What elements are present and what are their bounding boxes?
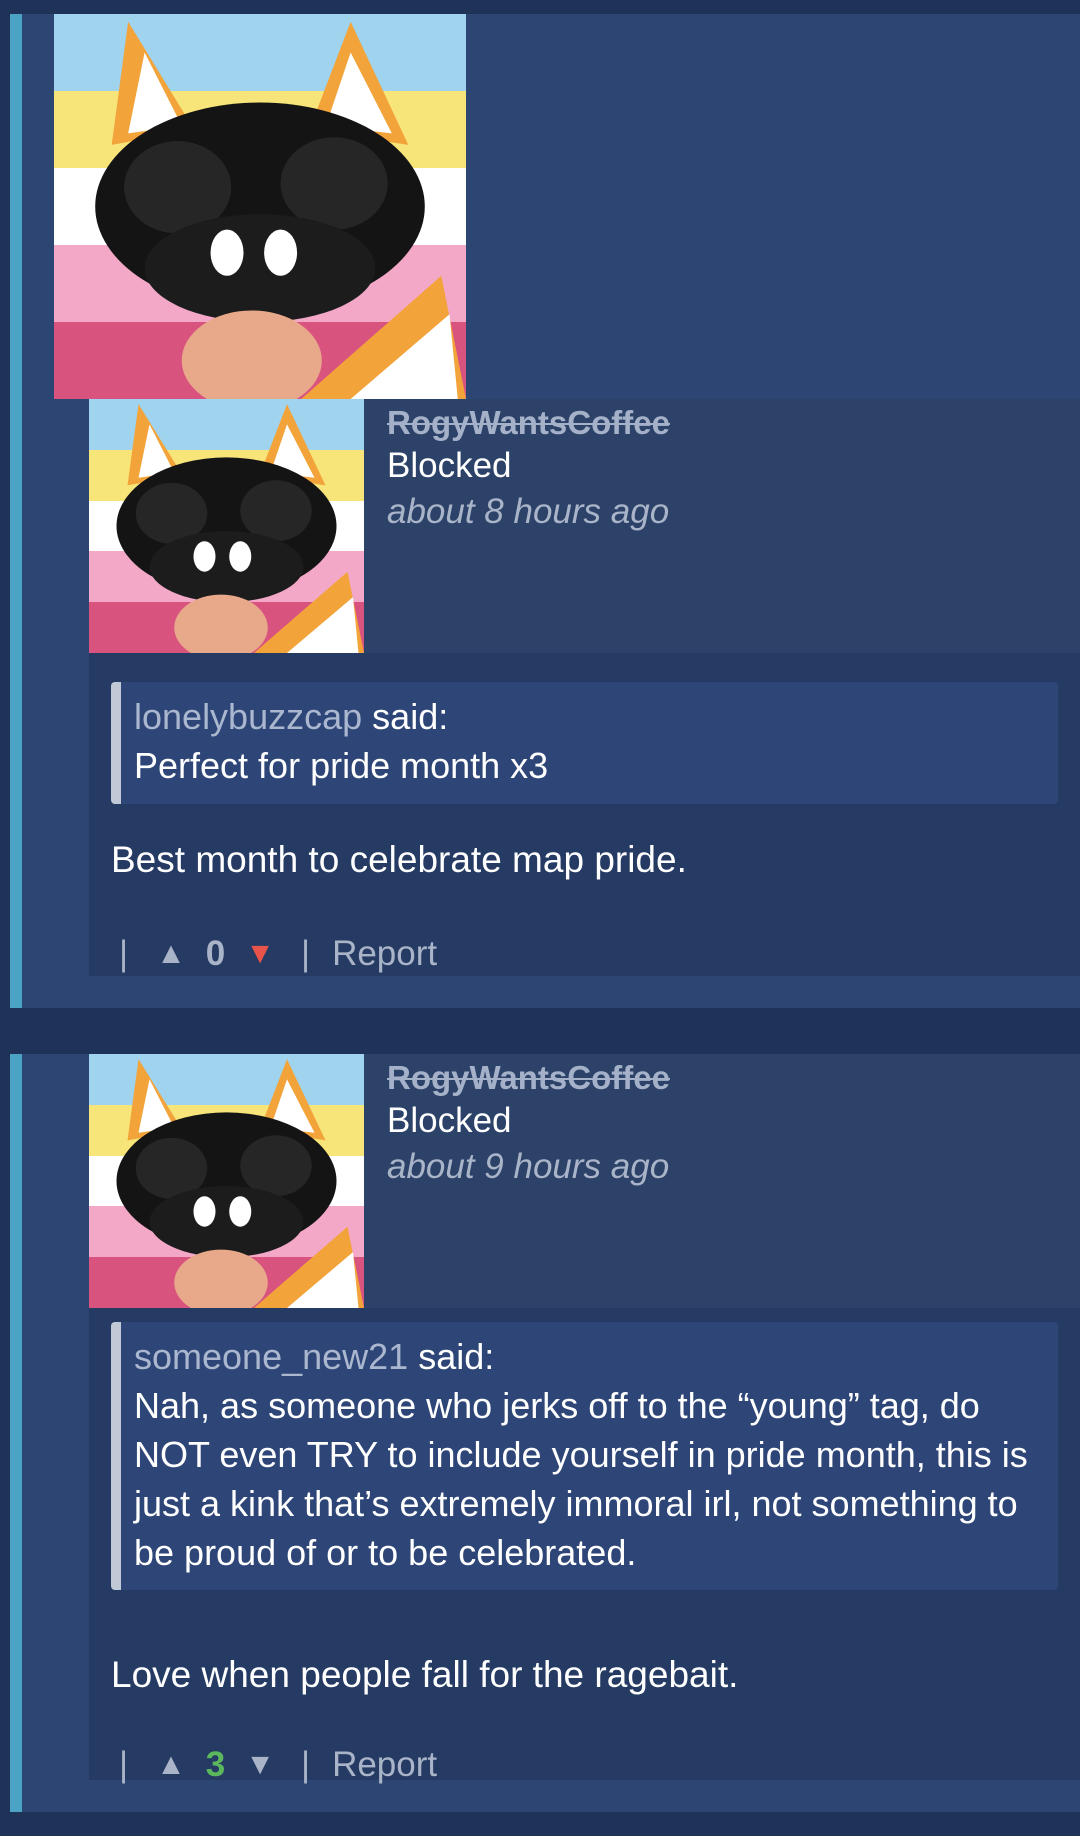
separator: | — [119, 934, 129, 973]
comment-header: RogyWantsCoffee Blocked about 8 hours ag… — [89, 399, 1080, 653]
separator: | — [300, 1745, 311, 1784]
quote-author-link[interactable]: someone_new21 — [134, 1336, 408, 1377]
quote-text: Nah, as someone who jerks off to the “yo… — [134, 1385, 1028, 1573]
comment-actions: | ▲ 3 ▼ | Report — [111, 1742, 437, 1788]
avatar[interactable] — [89, 1054, 364, 1308]
quote-said-label: said: — [418, 1336, 495, 1377]
downvote-icon[interactable]: ▼ — [245, 931, 275, 977]
fox-character-illustration — [116, 404, 364, 653]
comment-thread: RogyWantsCoffee Blocked about 9 hours ag… — [10, 1054, 1080, 1812]
timestamp[interactable]: about 8 hours ago — [387, 489, 670, 535]
vote-score: 3 — [205, 1745, 226, 1784]
fox-character-illustration — [95, 21, 466, 399]
comment-body: Best month to celebrate map pride. — [111, 839, 687, 880]
report-link[interactable]: Report — [332, 931, 437, 977]
comment-meta: RogyWantsCoffee Blocked about 8 hours ag… — [387, 399, 670, 535]
timestamp[interactable]: about 9 hours ago — [387, 1144, 670, 1190]
report-link[interactable]: Report — [332, 1742, 437, 1788]
username-link[interactable]: RogyWantsCoffee — [387, 403, 670, 443]
upvote-icon[interactable]: ▲ — [156, 1742, 186, 1788]
quoted-comment: lonelybuzzcap said: Perfect for pride mo… — [111, 682, 1058, 804]
separator: | — [300, 934, 311, 973]
avatar[interactable] — [89, 399, 364, 653]
quoted-comment: someone_new21 said: Nah, as someone who … — [111, 1322, 1058, 1590]
comment-thread: RogyWantsCoffee Blocked about 8 hours ag… — [10, 14, 1080, 1008]
comment-header: RogyWantsCoffee Blocked about 9 hours ag… — [89, 1054, 1080, 1308]
username-link[interactable]: RogyWantsCoffee — [387, 1058, 670, 1098]
fox-character-illustration — [116, 1059, 364, 1308]
upvote-icon[interactable]: ▲ — [156, 931, 186, 977]
quote-said-label: said: — [372, 696, 449, 737]
comment-body: Love when people fall for the ragebait. — [111, 1654, 739, 1695]
comment-card: RogyWantsCoffee Blocked about 8 hours ag… — [89, 399, 1080, 976]
comment-meta: RogyWantsCoffee Blocked about 9 hours ag… — [387, 1054, 670, 1190]
separator: | — [119, 1745, 129, 1784]
vote-score: 0 — [205, 934, 226, 973]
comment-card: RogyWantsCoffee Blocked about 9 hours ag… — [89, 1054, 1080, 1784]
quote-text: Perfect for pride month x3 — [134, 745, 549, 786]
quote-author-link[interactable]: lonelybuzzcap — [134, 696, 362, 737]
blocked-status: Blocked — [387, 446, 512, 485]
downvote-icon[interactable]: ▼ — [245, 1742, 275, 1788]
comment-actions: | ▲ 0 ▼ | Report — [111, 931, 437, 977]
character-artwork-image — [54, 14, 466, 399]
blocked-status: Blocked — [387, 1101, 512, 1140]
